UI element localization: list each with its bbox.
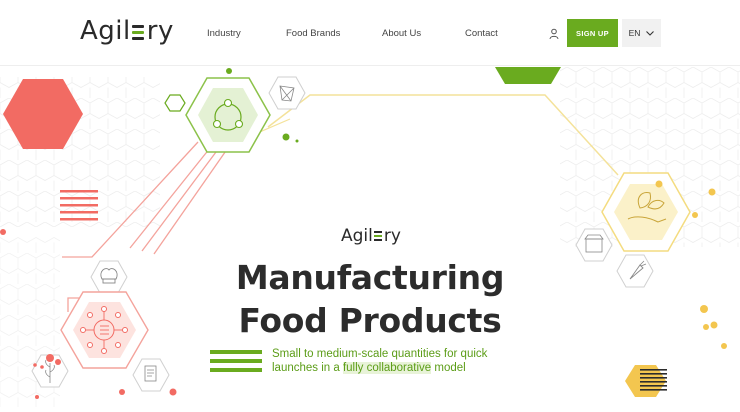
carrot-icon xyxy=(616,254,654,288)
hero-section: Agil ry Manufacturing Food Products Small… xyxy=(0,67,740,412)
chef-hat-icon xyxy=(90,260,128,294)
coral-network-hexagon xyxy=(60,291,149,369)
gold-hexagon-decoration xyxy=(625,365,667,397)
logo-e-mark-icon xyxy=(131,23,146,40)
chevron-down-icon xyxy=(646,30,655,36)
language-value: EN xyxy=(628,28,641,38)
tagline-line-2-start: launches in a xyxy=(272,362,343,374)
network-hexagon-icon xyxy=(268,76,306,110)
logo-text-start: Agil xyxy=(80,16,131,46)
user-icon[interactable] xyxy=(549,28,559,40)
language-selector[interactable]: EN xyxy=(622,19,661,47)
team-hexagon-icon xyxy=(185,77,271,153)
green-trapezoid xyxy=(495,67,561,84)
tagline-highlight: fully collaborative xyxy=(342,362,432,374)
logo-text-end: ry xyxy=(146,16,174,46)
hero-logo: Agil ry xyxy=(341,226,401,246)
tagline-line-2-end: model xyxy=(431,362,466,374)
nav-food-brands[interactable]: Food Brands xyxy=(286,28,340,39)
nav-industry[interactable]: Industry xyxy=(207,28,241,39)
hero-headline: Manufacturing Food Products xyxy=(230,256,510,342)
green-stripes-decoration xyxy=(210,349,262,375)
hero-logo-e-mark-icon xyxy=(373,230,383,242)
nav-contact[interactable]: Contact xyxy=(465,28,498,39)
hero-logo-text-end: ry xyxy=(383,226,401,246)
hero-logo-text-start: Agil xyxy=(341,226,373,246)
sign-up-button[interactable]: SIGN UP xyxy=(567,19,618,47)
document-icon xyxy=(132,358,170,392)
tagline-line-1: Small to medium-scale quantities for qui… xyxy=(272,348,488,360)
nav-about-us[interactable]: About Us xyxy=(382,28,421,39)
hero-tagline: Small to medium-scale quantities for qui… xyxy=(272,347,512,375)
site-header: Agil ry Industry Food Brands About Us Con… xyxy=(0,0,740,66)
headline-line-2: Food Products xyxy=(238,301,502,340)
brand-logo[interactable]: Agil ry xyxy=(80,16,174,46)
headline-line-1: Manufacturing xyxy=(235,258,505,297)
